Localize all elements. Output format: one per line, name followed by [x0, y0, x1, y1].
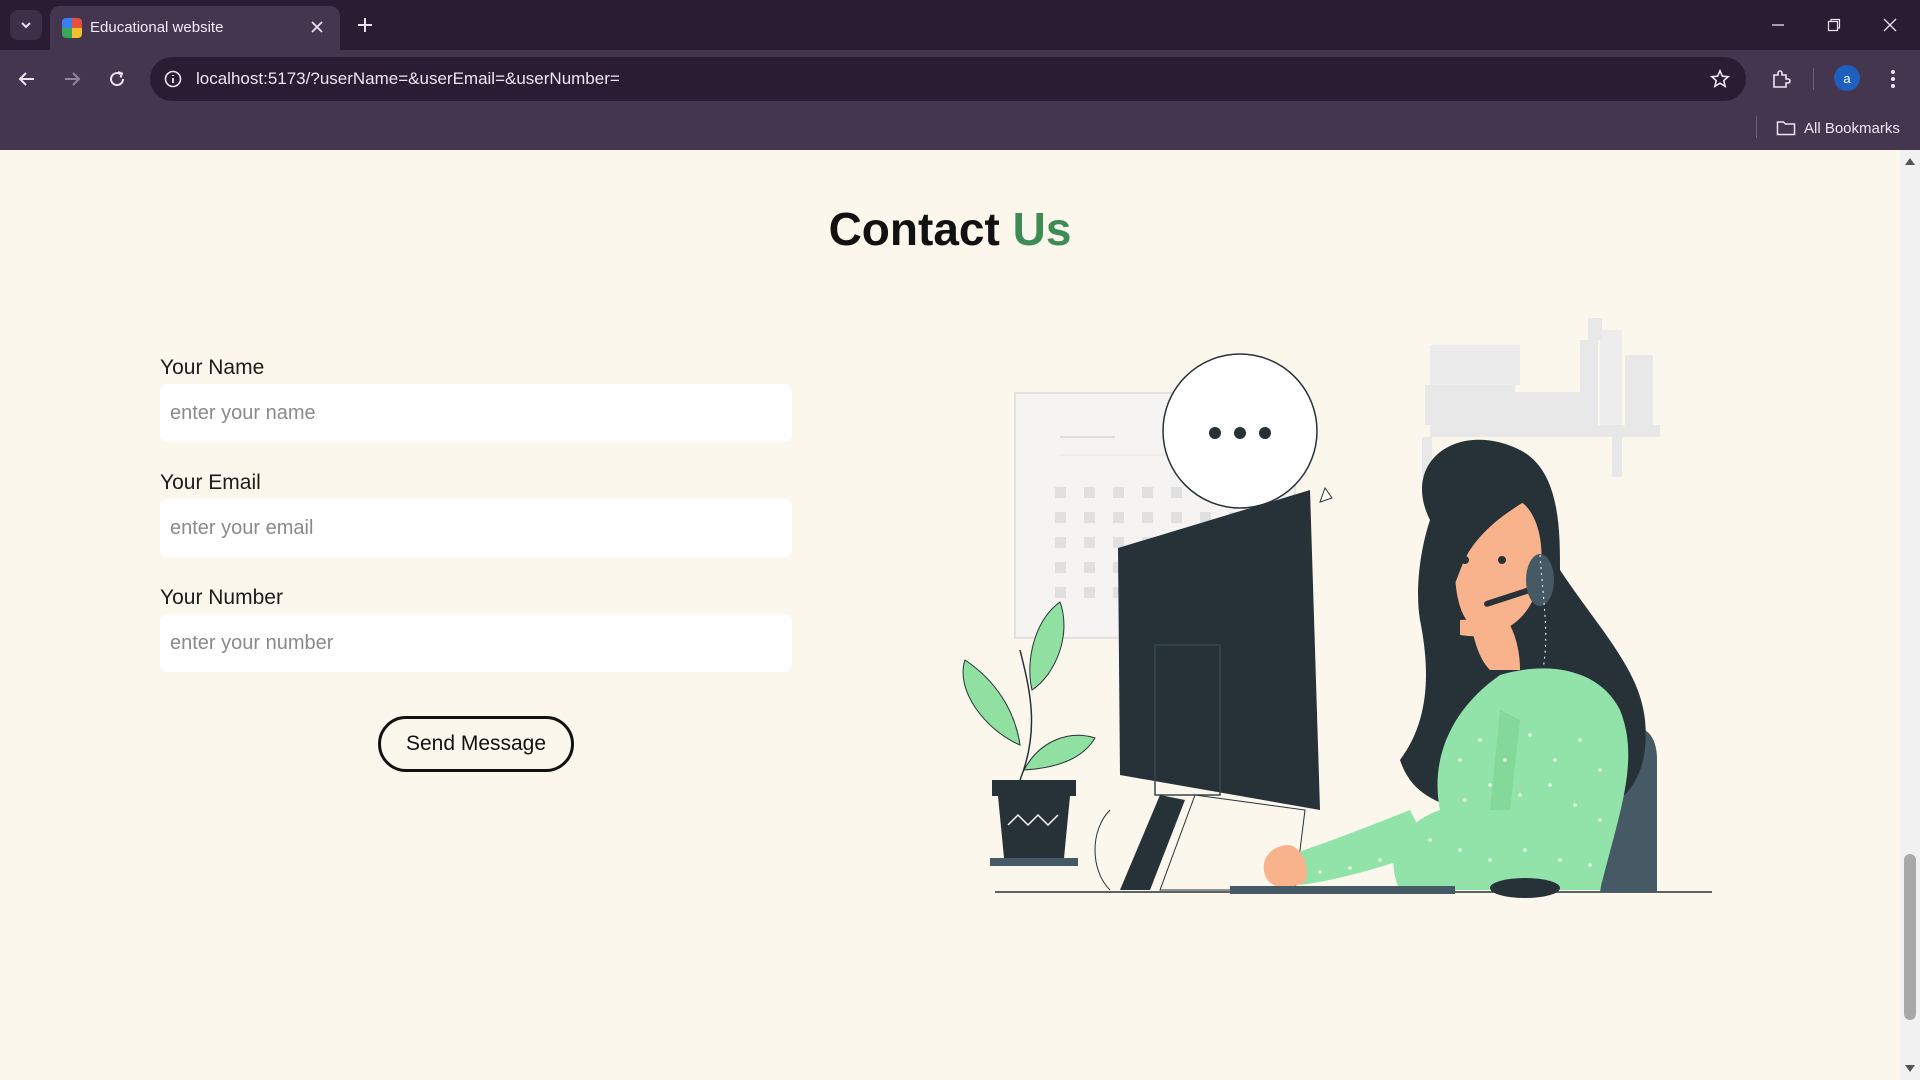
all-bookmarks-label: All Bookmarks: [1804, 119, 1900, 137]
page-scrollbar[interactable]: [1900, 150, 1920, 1080]
close-window-button[interactable]: [1868, 10, 1912, 40]
reload-icon: [110, 71, 125, 87]
name-label: Your Name: [160, 356, 265, 379]
new-tab-button[interactable]: [352, 12, 378, 38]
back-button[interactable]: [12, 64, 42, 94]
minimize-button[interactable]: [1756, 10, 1800, 40]
back-icon: [18, 72, 34, 86]
restore-button[interactable]: [1812, 10, 1856, 40]
menu-icon: [1891, 70, 1895, 88]
heading-accent: Us: [1012, 203, 1072, 255]
plant-illustration: [962, 601, 1096, 866]
scroll-thumb[interactable]: [1904, 854, 1916, 1020]
tab-list-icon: [21, 22, 31, 29]
page-title: Contact Us: [0, 202, 1900, 256]
site-info-icon: [164, 70, 182, 88]
bookmarks-bar: All Bookmarks: [0, 108, 1920, 150]
active-tab[interactable]: Educational website: [50, 6, 340, 50]
all-bookmarks-button[interactable]: All Bookmarks: [1776, 114, 1900, 142]
scroll-down-arrow[interactable]: [1905, 1065, 1915, 1072]
folder-icon: [1776, 121, 1796, 136]
scroll-up-arrow[interactable]: [1905, 158, 1915, 165]
url-text[interactable]: localhost:5173/?userName=&userEmail=&use…: [196, 69, 620, 89]
bookmark-star-icon: [1710, 69, 1730, 88]
name-input[interactable]: [160, 384, 792, 442]
menu-button[interactable]: [1878, 64, 1908, 94]
computer-monitor-illustration: [1094, 490, 1320, 891]
heading-main: Contact: [828, 203, 1000, 255]
restore-icon: [1827, 18, 1841, 32]
tab-list-button[interactable]: [10, 10, 42, 40]
bookmark-star-button[interactable]: [1708, 67, 1732, 91]
number-label: Your Number: [160, 586, 283, 609]
close-tab-icon: [311, 21, 323, 33]
reload-button[interactable]: [102, 64, 132, 94]
speech-bubble-illustration: [1162, 353, 1333, 509]
favicon-icon: [62, 18, 82, 38]
close-window-icon: [1883, 18, 1897, 32]
tab-strip: Educational website: [0, 0, 1920, 50]
new-tab-icon: [358, 18, 372, 32]
tab-title: Educational website: [90, 19, 224, 36]
email-label: Your Email: [160, 471, 261, 494]
extensions-icon: [1773, 70, 1791, 88]
browser-toolbar: localhost:5173/?userName=&userEmail=&use…: [0, 50, 1920, 108]
customer-support-illustration: [962, 318, 1712, 898]
extensions-button[interactable]: [1766, 64, 1796, 94]
number-input[interactable]: [160, 614, 792, 672]
forward-button[interactable]: [57, 64, 87, 94]
contact-section: Contact Us Your Name Your Email Your Num…: [0, 150, 1900, 1080]
profile-avatar[interactable]: a: [1834, 65, 1860, 91]
minimize-icon: [1772, 24, 1784, 26]
forward-icon: [65, 72, 81, 86]
send-message-button[interactable]: Send Message: [378, 716, 574, 772]
email-input[interactable]: [160, 499, 792, 557]
address-bar[interactable]: localhost:5173/?userName=&userEmail=&use…: [150, 57, 1746, 101]
close-tab-button[interactable]: [306, 16, 328, 38]
toolbar-divider: [1813, 68, 1814, 90]
site-info-button[interactable]: [162, 68, 184, 90]
bookmarks-divider: [1756, 116, 1757, 138]
